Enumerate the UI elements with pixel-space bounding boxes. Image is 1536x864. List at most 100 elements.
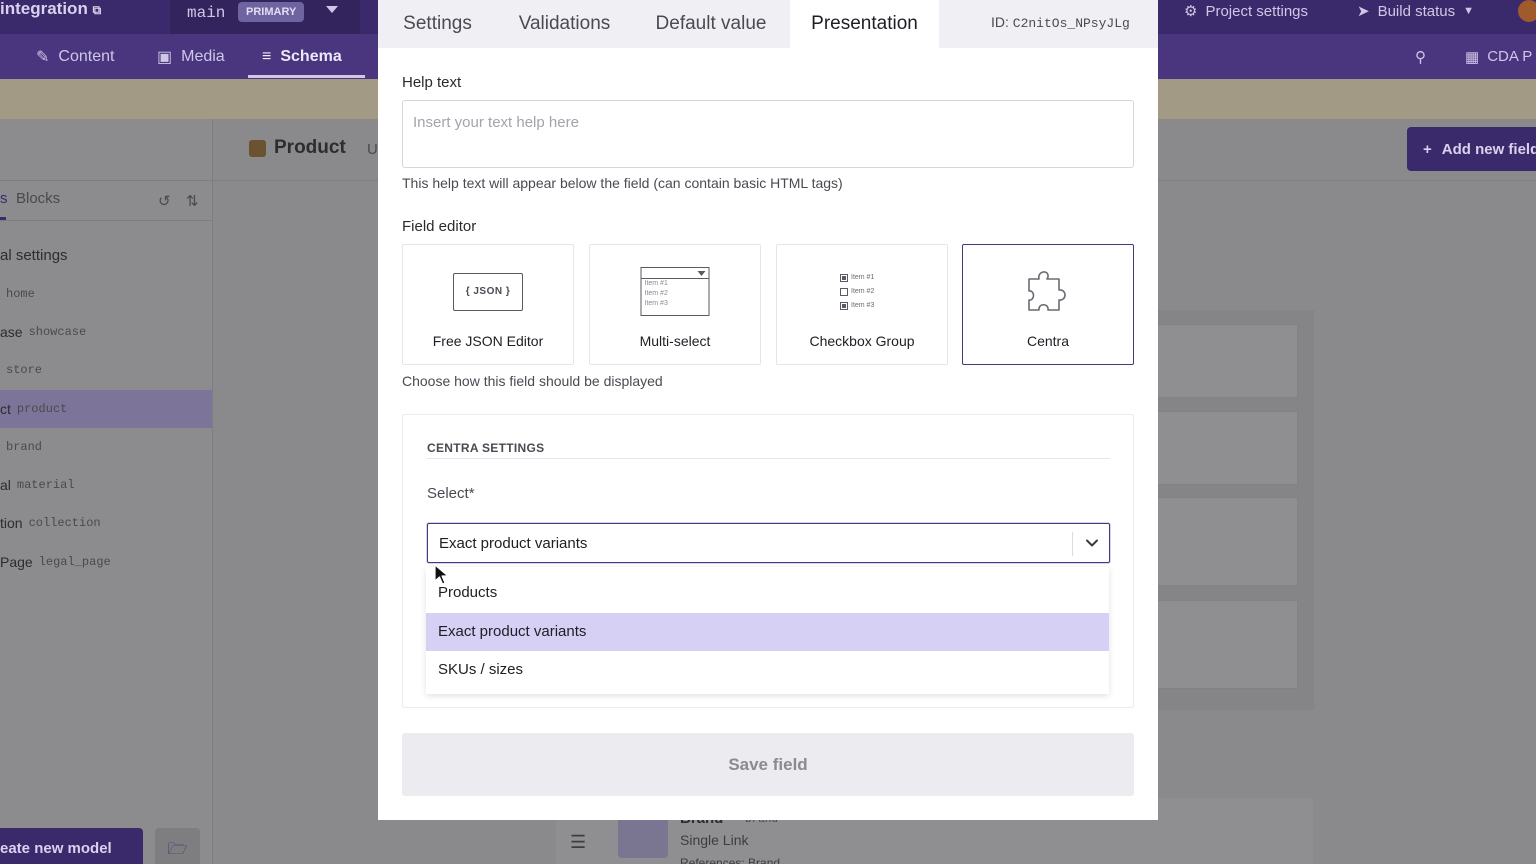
editor-option-multi-select[interactable]: Item #1 Item #2 Item #3 Multi-select <box>589 244 761 365</box>
editor-option-json[interactable]: { JSON } Free JSON Editor <box>402 244 574 365</box>
centra-settings-heading: CENTRA SETTINGS <box>427 441 545 455</box>
nav-content[interactable]: ✎ Content <box>36 34 114 79</box>
sidebar-item-api: collection <box>28 516 101 530</box>
sidebar-item-api: material <box>16 478 75 492</box>
checkbox-empty-icon <box>840 288 848 296</box>
editor-option-checkbox-group[interactable]: Item #1 Item #2 Item #3 Checkbox Group <box>776 244 948 365</box>
layers-icon: ≡ <box>262 47 272 65</box>
checkbox-group-icon: Item #1 Item #2 Item #3 <box>840 271 884 313</box>
sidebar-header <box>0 119 213 181</box>
avatar[interactable] <box>1518 0 1536 22</box>
editor-option-centra[interactable]: Centra <box>962 244 1134 365</box>
sidebar-item-api: legal_page <box>38 555 111 569</box>
model-title: Product <box>249 137 346 159</box>
select-divider <box>1072 532 1073 556</box>
tab-blocks[interactable]: Blocks <box>16 190 60 207</box>
add-field-button[interactable]: + Add new field <box>1407 127 1536 171</box>
nav-media[interactable]: ▣ Media <box>157 34 225 79</box>
field-card[interactable] <box>1158 324 1298 398</box>
help-text-input[interactable] <box>402 100 1134 168</box>
sidebar-item-api: product <box>16 402 68 416</box>
rocket-icon: ➤ <box>1357 3 1370 20</box>
sidebar-item-brand[interactable]: brand <box>0 428 212 466</box>
model-title-text: Product <box>274 137 346 158</box>
sidebar-item-api: brand <box>6 440 43 454</box>
checkbox-icon-item: Item #2 <box>851 288 875 295</box>
field-card[interactable] <box>1158 600 1298 689</box>
modal-tabs: Settings Validations Default value Prese… <box>378 0 1158 48</box>
field-type: Single Link <box>680 832 749 848</box>
sidebar-item-store[interactable]: store <box>0 351 212 389</box>
sidebar-item-collection[interactable]: tion collection <box>0 504 212 542</box>
nav-active-indicator <box>248 75 365 78</box>
sidebar-item-home[interactable]: home <box>0 275 212 313</box>
sidebar-item-material[interactable]: al material <box>0 466 212 504</box>
field-card[interactable] <box>1158 497 1298 586</box>
checkbox-checked-icon <box>840 274 848 282</box>
checkbox-icon-row: Item #3 <box>840 299 884 313</box>
tab-presentation[interactable]: Presentation <box>790 0 939 48</box>
nav-schema[interactable]: ≡ Schema <box>262 34 342 79</box>
divider <box>427 458 1110 459</box>
field-id-label: ID: <box>991 14 1013 30</box>
branch-name: main <box>187 4 226 22</box>
field-settings-modal: Settings Validations Default value Prese… <box>378 0 1158 820</box>
field-id-value: C2nitOs_NPsyJLg <box>1012 16 1130 31</box>
project-name[interactable]: integration ⧉ <box>0 0 101 34</box>
mouse-cursor-icon <box>434 564 449 585</box>
checkbox-icon-row: Item #1 <box>840 271 884 285</box>
select-option-exact-product-variants[interactable]: Exact product variants <box>426 613 1109 651</box>
field-editor-label: Field editor <box>402 218 477 235</box>
field-id: ID: C2nitOs_NPsyJLg <box>991 14 1130 31</box>
branch-switcher[interactable]: main PRIMARY <box>170 0 360 34</box>
sidebar-item-api: showcase <box>28 325 87 339</box>
tab-default-value[interactable]: Default value <box>632 0 790 48</box>
project-settings-link[interactable]: ⚙ Project settings <box>1184 0 1308 22</box>
edit-icon: ✎ <box>36 48 50 66</box>
save-field-button[interactable]: Save field <box>402 733 1134 796</box>
field-card[interactable] <box>1158 411 1298 485</box>
sidebar-item-showcase[interactable]: ase showcase <box>0 313 212 351</box>
folder-icon[interactable]: 🗁 <box>155 828 200 864</box>
sidebar-section-label[interactable]: al settings <box>0 247 68 264</box>
image-icon: ▣ <box>157 48 173 66</box>
sidebar-item-legal-page[interactable]: Page legal_page <box>0 543 212 581</box>
sidebar-item-api: home <box>6 287 35 301</box>
chevron-down-icon[interactable] <box>1084 535 1100 551</box>
sort-icon[interactable]: ⇅ <box>186 192 199 210</box>
checkbox-icon-item: Item #3 <box>851 302 875 309</box>
editor-option-label: Free JSON Editor <box>432 333 544 349</box>
cda-playground-label: CDA P <box>1487 48 1533 65</box>
sidebar-item-label: Page <box>0 554 33 570</box>
caret-down-icon: ▼ <box>1463 5 1475 17</box>
build-status-menu[interactable]: ➤ Build status ▼ <box>1357 0 1474 22</box>
create-model-button[interactable]: eate new model <box>0 828 143 864</box>
select-option-products[interactable]: Products <box>426 574 1109 612</box>
tab-models-indicator <box>0 217 6 220</box>
model-subtitle: U <box>367 141 378 158</box>
editor-option-label: Centra <box>1026 333 1070 349</box>
sidebar-item-product[interactable]: ct product <box>0 390 212 428</box>
sidebar-item-label: al <box>0 477 11 493</box>
tab-settings[interactable]: Settings <box>378 0 497 48</box>
project-name-text: integration <box>0 0 88 18</box>
field-reference: References: Brand <box>680 856 781 864</box>
sidebar-item-label: tion <box>0 515 23 531</box>
tab-validations[interactable]: Validations <box>497 0 632 48</box>
build-status-label: Build status <box>1377 2 1456 20</box>
tab-models[interactable]: s <box>0 190 8 207</box>
project-settings-label: Project settings <box>1205 2 1308 20</box>
sidebar-item-label: ct <box>0 401 11 417</box>
help-text-label: Help text <box>402 74 462 91</box>
json-editor-icon: { JSON } <box>453 273 523 311</box>
cda-playground-link[interactable]: ▦ CDA P <box>1465 34 1532 79</box>
add-field-label: Add new field <box>1441 140 1536 158</box>
history-icon[interactable]: ↺ <box>158 192 171 210</box>
drag-handle-icon[interactable]: ☰ <box>570 832 586 853</box>
select-option-skus-sizes[interactable]: SKUs / sizes <box>426 651 1109 689</box>
search-icon[interactable]: ⚲ <box>1415 34 1426 79</box>
nav-content-label: Content <box>58 47 115 65</box>
gear-icon: ⚙ <box>1184 3 1198 20</box>
centra-select[interactable]: Exact product variants <box>427 523 1110 563</box>
puzzle-icon <box>1028 271 1066 311</box>
